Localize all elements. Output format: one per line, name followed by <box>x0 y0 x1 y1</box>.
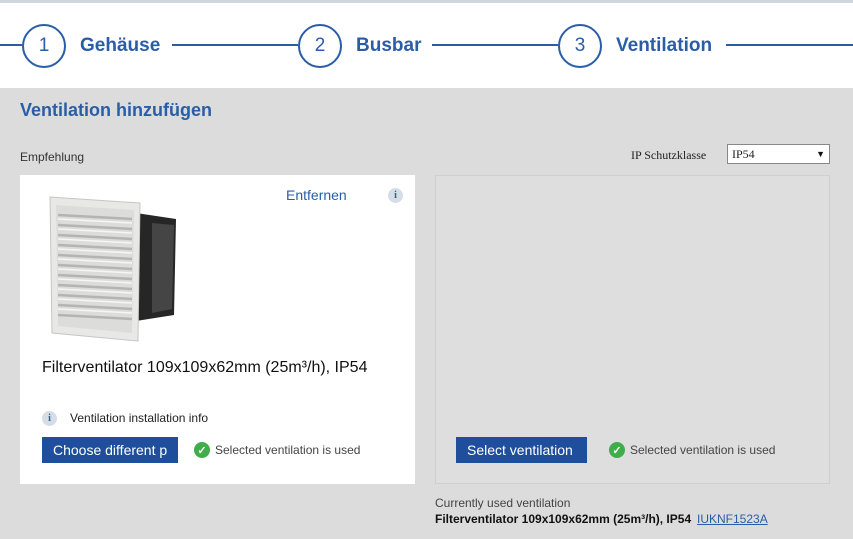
step-number: 3 <box>558 24 602 68</box>
step-connector <box>432 44 558 46</box>
step-number: 1 <box>22 24 66 68</box>
step-label: Busbar <box>356 35 422 56</box>
step-label: Gehäuse <box>80 35 161 56</box>
section-title: Ventilation hinzufügen <box>20 100 212 120</box>
recommendation-card: Entfernen i Filterventilator 109x109x62m… <box>20 175 415 484</box>
step-connector <box>172 44 298 46</box>
check-circle-icon: ✓ <box>609 442 625 458</box>
status-text: Selected ventilation is used <box>630 443 776 457</box>
step-ventilation[interactable]: 3 Ventilation <box>558 24 712 68</box>
ip-class-select[interactable]: IP54 ▼ <box>727 144 830 164</box>
current-ventilation-code-link[interactable]: IUKNF1523A <box>697 512 768 526</box>
step-connector <box>726 44 853 46</box>
info-icon[interactable]: i <box>42 411 57 426</box>
dropdown-arrow-icon: ▼ <box>816 149 825 159</box>
wizard-stepper: 1 Gehäuse 2 Busbar 3 Ventilation <box>0 0 853 88</box>
installation-info-link[interactable]: Ventilation installation info <box>70 411 208 425</box>
ip-class-value: IP54 <box>732 146 755 161</box>
current-ventilation-label: Currently used ventilation <box>435 496 571 510</box>
status-text: Selected ventilation is used <box>215 443 361 457</box>
remove-link[interactable]: Entfernen <box>286 187 347 203</box>
top-border <box>0 0 853 3</box>
step-number: 2 <box>298 24 342 68</box>
recommendation-label: Empfehlung <box>20 150 85 164</box>
step-connector <box>0 44 22 46</box>
selection-panel: Select ventilation ✓ Selected ventilatio… <box>435 175 830 484</box>
step-busbar[interactable]: 2 Busbar <box>298 24 421 68</box>
product-name: Filterventilator 109x109x62mm (25m³/h), … <box>42 359 368 376</box>
step-gehause[interactable]: 1 Gehäuse <box>22 24 160 68</box>
choose-different-button[interactable]: Choose different p <box>42 437 178 463</box>
current-ventilation-value: Filterventilator 109x109x62mm (25m³/h), … <box>435 512 692 526</box>
check-circle-icon: ✓ <box>194 442 210 458</box>
info-icon[interactable]: i <box>388 188 403 203</box>
filter-fan-image <box>49 196 176 342</box>
select-ventilation-button[interactable]: Select ventilation <box>456 437 587 463</box>
ip-class-label: IP Schutzklasse <box>631 148 707 162</box>
step-label: Ventilation <box>616 35 713 56</box>
